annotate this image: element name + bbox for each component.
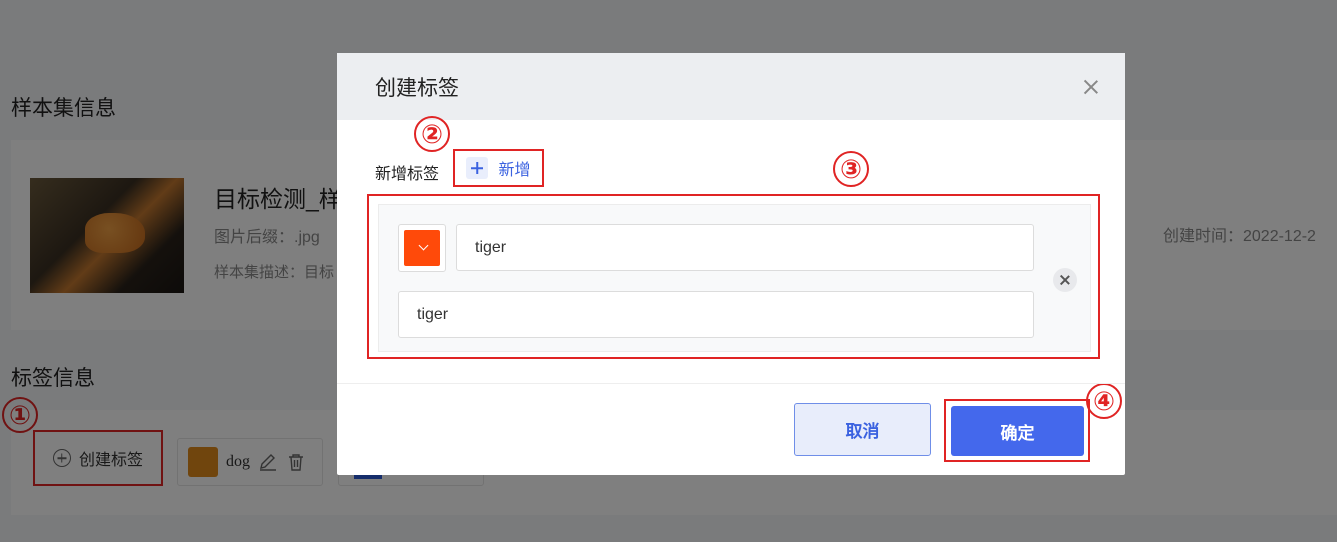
dialog-header: 创建标签 — [337, 53, 1125, 120]
color-swatch — [404, 230, 440, 266]
step-marker-3: ③ — [833, 151, 869, 187]
footer-divider — [337, 383, 1125, 384]
cancel-button[interactable]: 取消 — [794, 403, 931, 456]
close-icon[interactable] — [1083, 79, 1099, 95]
label-row: tiger tiger — [378, 204, 1091, 352]
add-label-text: 新增标签 — [375, 166, 440, 183]
chevron-down-icon — [418, 240, 429, 251]
ok-button-highlight: 确定 — [944, 399, 1090, 462]
step-marker-2: ② — [414, 116, 450, 152]
remove-row-icon[interactable] — [1053, 268, 1077, 292]
label-rows-highlight: tiger tiger — [367, 194, 1100, 359]
create-label-dialog: 创建标签 ② ③ ④ 新增标签 新增 tiger tiger 取消 确定 — [337, 53, 1125, 475]
plus-icon — [466, 157, 489, 179]
add-button-label: 新增 — [498, 162, 531, 179]
add-button[interactable]: 新增 — [453, 149, 544, 187]
step-marker-4: ④ — [1086, 383, 1122, 419]
dialog-title: 创建标签 — [375, 76, 459, 100]
ok-button[interactable]: 确定 — [951, 406, 1084, 456]
color-picker[interactable] — [398, 224, 446, 272]
label-name-input[interactable]: tiger — [456, 224, 1034, 271]
label-alias-input[interactable]: tiger — [398, 291, 1034, 338]
